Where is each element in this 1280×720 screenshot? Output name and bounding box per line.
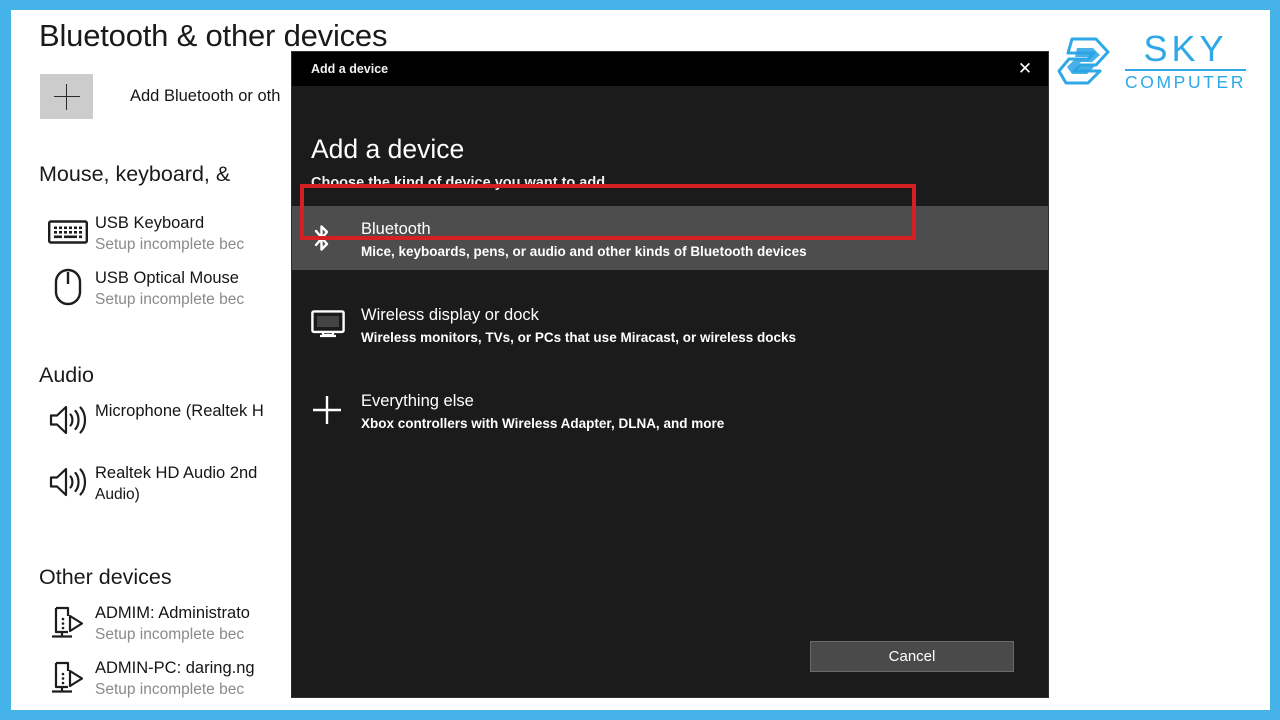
device-name: USB Optical Mouse [95,269,239,287]
dialog-subheading: Choose the kind of device you want to ad… [311,175,610,191]
device-status: Setup incomplete bec [95,291,245,308]
speaker-icon [41,398,95,442]
sky-computer-logo: SKY COMPUTER [1055,24,1246,98]
list-item[interactable]: USB Optical Mouse Setup incomplete bec [41,265,244,311]
option-wireless-display-or-dock[interactable]: Wireless display or dock Wireless monito… [292,292,1048,356]
plus-icon [53,83,80,110]
screenshot-root: Bluetooth & other devices Add Bluetooth … [0,0,1280,720]
dialog-heading: Add a device [311,134,465,164]
sky-hexagon-icon [1055,30,1117,92]
device-name: USB Keyboard [95,214,205,232]
option-bluetooth[interactable]: Bluetooth Mice, keyboards, pens, or audi… [292,206,1048,270]
close-icon[interactable]: ✕ [1002,52,1048,86]
list-item[interactable]: Microphone (Realtek H [41,398,264,442]
add-bluetooth-or-other-device-button[interactable]: Add Bluetooth or oth [40,74,280,119]
network-device-icon [41,655,95,699]
section-heading-audio: Audio [39,363,94,387]
device-status: Setup incomplete bec [95,626,245,643]
logo-primary-text: SKY [1143,27,1228,69]
device-kind-list: Bluetooth Mice, keyboards, pens, or audi… [292,206,1048,442]
page-title: Bluetooth & other devices [39,18,388,53]
mouse-icon [41,265,95,309]
add-a-device-dialog: Add a device ✕ Add a device Choose the k… [292,52,1048,697]
logo-secondary-text: COMPUTER [1125,71,1246,92]
device-status: Setup incomplete bec [95,681,245,698]
list-item[interactable]: Realtek HD Audio 2nd Audio) [41,460,257,506]
speaker-icon [41,460,95,504]
dialog-titlebar: Add a device ✕ [292,52,1048,86]
option-title: Wireless display or dock [361,306,539,324]
dialog-titlebar-title: Add a device [311,62,389,76]
monitor-icon [311,292,361,356]
option-title: Everything else [361,392,474,410]
section-heading-mouse-keyboard: Mouse, keyboard, & [39,162,231,186]
list-item[interactable]: ADMIM: Administrato Setup incomplete bec [41,600,250,646]
network-device-icon [41,600,95,644]
option-title: Bluetooth [361,220,431,238]
device-name: Microphone (Realtek H [95,402,264,420]
logo-divider [1125,68,1246,71]
plus-icon [311,378,361,442]
add-device-plus-box[interactable] [40,74,93,119]
cancel-button[interactable]: Cancel [810,641,1014,672]
list-item[interactable]: ADMIN-PC: daring.ng Setup incomplete bec [41,655,255,701]
option-subtitle: Mice, keyboards, pens, or audio and othe… [361,244,807,259]
device-name: ADMIM: Administrato [95,604,250,622]
device-name: ADMIN-PC: daring.ng [95,659,255,677]
option-subtitle: Wireless monitors, TVs, or PCs that use … [361,330,797,345]
option-subtitle: Xbox controllers with Wireless Adapter, … [361,416,725,431]
device-name: Realtek HD Audio 2nd [95,464,258,482]
bluetooth-icon [311,206,361,270]
keyboard-icon [41,210,95,254]
device-status: Setup incomplete bec [95,236,245,253]
list-item[interactable]: USB Keyboard Setup incomplete bec [41,210,244,256]
add-device-label: Add Bluetooth or oth [130,87,281,105]
section-heading-other-devices: Other devices [39,565,172,589]
option-everything-else[interactable]: Everything else Xbox controllers with Wi… [292,378,1048,442]
device-name-wrap: Audio) [95,486,140,503]
